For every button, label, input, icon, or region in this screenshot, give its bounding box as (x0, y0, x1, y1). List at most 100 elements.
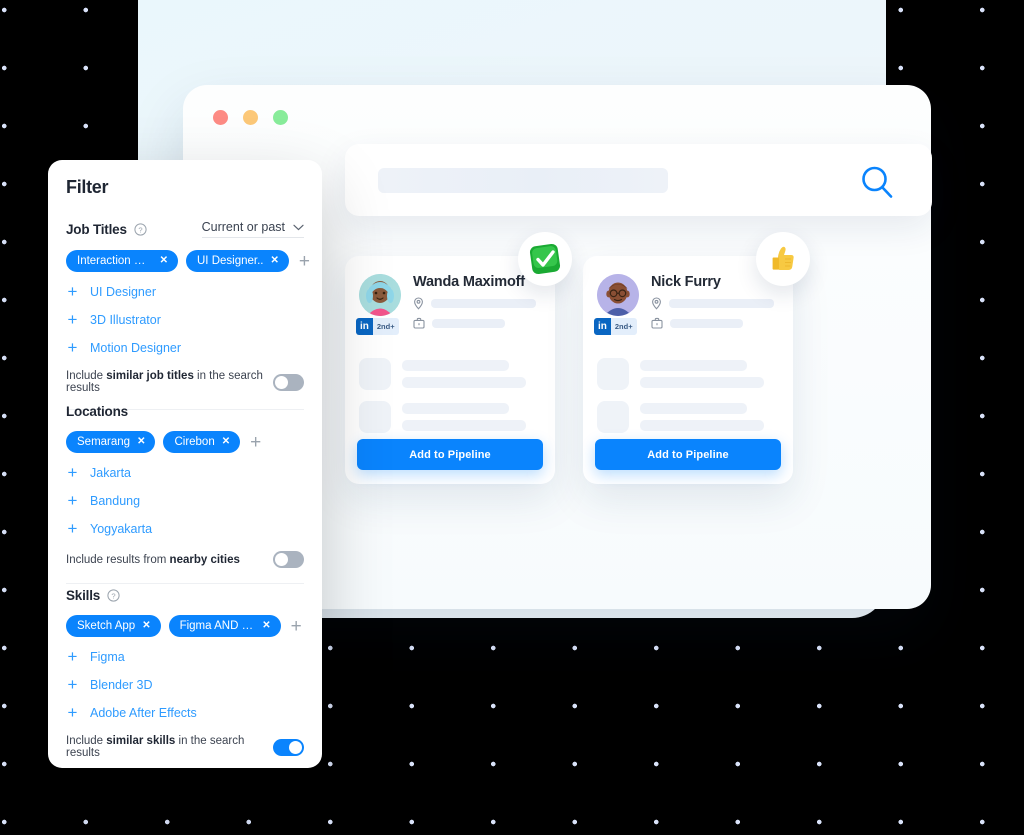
suggestion-jakarta[interactable]: + Jakarta (66, 464, 304, 481)
filter-section-locations: Locations Semarang ✕ Cirebon ✕ + + Jakar… (48, 404, 322, 584)
linkedin-logo-icon: in (594, 318, 611, 335)
close-red-dot[interactable] (213, 110, 228, 125)
question-circle-icon[interactable]: ? (107, 589, 120, 602)
suggestion-motion-designer[interactable]: + Motion Designer (66, 339, 304, 356)
suggestion-yogyakarta[interactable]: + Yogyakarta (66, 520, 304, 537)
include-nearby-cities-toggle[interactable] (273, 551, 304, 568)
job-title-chips: Interaction Des... ✕ UI Designer.. ✕ + (66, 250, 310, 272)
chip-label: Sketch App (77, 620, 136, 632)
chip-remove-icon[interactable]: ✕ (142, 621, 150, 631)
suggestion-label: Bandung (90, 493, 141, 508)
chip-label: Cirebon (174, 436, 215, 448)
chip-remove-icon[interactable]: ✕ (262, 621, 270, 631)
suggestion-3d-illustrator[interactable]: + 3D Illustrator (66, 311, 304, 328)
suggestion-label: Figma (90, 649, 125, 664)
plus-icon: + (67, 703, 78, 722)
screenshot-stage: Wanda Maximoff in 2nd+ Add to Pipeline N… (0, 0, 1024, 835)
chip-remove-icon[interactable]: ✕ (270, 256, 278, 266)
linkedin-badge[interactable]: in 2nd+ (594, 318, 637, 335)
location-chips: Semarang ✕ Cirebon ✕ + (66, 431, 304, 453)
candidate-info: Wanda Maximoff (413, 274, 536, 329)
chip-remove-icon[interactable]: ✕ (222, 437, 230, 447)
suggestion-adobe-after-effects[interactable]: + Adobe After Effects (66, 704, 304, 721)
plus-icon: + (67, 282, 78, 301)
browser-titlebar (183, 85, 931, 151)
detail-row (597, 401, 764, 433)
chip-label: UI Designer.. (197, 255, 264, 267)
plus-icon: + (67, 310, 78, 329)
chip-semarang[interactable]: Semarang ✕ (66, 431, 156, 453)
thumbs-up-icon (772, 246, 794, 270)
add-to-pipeline-button[interactable]: Add to Pipeline (595, 439, 781, 470)
filter-panel: Filter Job Titles ? Current or past Inte… (48, 160, 322, 768)
linkedin-degree: 2nd+ (610, 318, 637, 335)
dropdown-label: Current or past (201, 220, 285, 234)
company-placeholder (432, 318, 505, 328)
svg-text:?: ? (138, 225, 142, 234)
detail-row (597, 358, 764, 390)
chip-remove-icon[interactable]: ✕ (137, 437, 145, 447)
detail-text-placeholder (402, 360, 526, 388)
candidate-location-row (651, 297, 774, 310)
chip-label: Figma AND Cine.. (179, 620, 256, 632)
suggestion-label: Jakarta (90, 465, 131, 480)
suggestion-bandung[interactable]: + Bandung (66, 492, 304, 509)
search-bar (345, 144, 932, 216)
maximize-green-dot[interactable] (273, 110, 288, 125)
plus-icon: + (67, 463, 78, 482)
suggestion-figma[interactable]: + Figma (66, 648, 304, 665)
avatar-wanda (359, 274, 401, 316)
linkedin-degree: 2nd+ (372, 318, 399, 335)
skill-suggestions: + Figma + Blender 3D + Adobe After Effec… (66, 648, 304, 721)
add-location-button[interactable]: + (248, 433, 263, 452)
briefcase-icon (651, 317, 663, 329)
candidate-card[interactable]: Wanda Maximoff in 2nd+ Add to Pipeline (345, 256, 555, 484)
chip-interaction-designer[interactable]: Interaction Des... ✕ (66, 250, 178, 272)
panel-title: Filter (66, 177, 109, 197)
chip-label: Semarang (77, 436, 131, 448)
check-mark-icon (529, 243, 561, 275)
chip-cirebon[interactable]: Cirebon ✕ (163, 431, 241, 453)
green-check-badge (518, 232, 572, 286)
location-suggestions: + Jakarta + Bandung + Yogyakarta (66, 464, 304, 537)
current-or-past-dropdown[interactable]: Current or past (201, 220, 304, 238)
add-to-pipeline-button[interactable]: Add to Pipeline (357, 439, 543, 470)
suggestion-label: UI Designer (90, 284, 156, 299)
linkedin-logo-icon: in (356, 318, 373, 335)
detail-icon-placeholder (597, 358, 629, 390)
filter-section-job-titles: Job Titles ? Current or past Interaction… (48, 220, 322, 410)
toggle-label: Include similar skills in the search res… (66, 735, 245, 759)
section-divider (66, 583, 304, 584)
location-pin-icon (414, 297, 423, 310)
chip-sketch-app[interactable]: Sketch App ✕ (66, 615, 161, 637)
candidate-card[interactable]: Nick Furry in 2nd+ Add to Pipeline (583, 256, 793, 484)
include-similar-job-titles-toggle[interactable] (273, 373, 304, 391)
briefcase-icon (413, 317, 425, 329)
suggestion-label: Adobe After Effects (90, 705, 197, 720)
avatar-nick (597, 274, 639, 316)
plus-icon: + (67, 519, 78, 538)
chip-ui-designer[interactable]: UI Designer.. ✕ (186, 250, 289, 272)
skill-chips: Sketch App ✕ Figma AND Cine.. ✕ + (66, 615, 304, 637)
add-job-title-button[interactable]: + (297, 252, 312, 271)
minimize-yellow-dot[interactable] (243, 110, 258, 125)
location-placeholder (669, 299, 774, 308)
chip-figma-and-cinema[interactable]: Figma AND Cine.. ✕ (168, 615, 281, 637)
detail-row (359, 358, 526, 390)
suggestion-ui-designer[interactable]: + UI Designer (66, 283, 304, 300)
add-skill-button[interactable]: + (289, 617, 304, 636)
search-icon[interactable] (858, 163, 896, 201)
section-title: Locations (66, 404, 128, 419)
detail-icon-placeholder (597, 401, 629, 433)
question-circle-icon[interactable]: ? (134, 222, 147, 236)
include-similar-skills-row: Include similar skills in the search res… (66, 735, 304, 759)
linkedin-badge[interactable]: in 2nd+ (356, 318, 399, 335)
search-input[interactable] (378, 168, 668, 193)
section-header: Locations (66, 404, 304, 419)
candidate-company-row (413, 317, 536, 329)
toggle-label: Include similar job titles in the search… (66, 370, 263, 394)
include-similar-skills-toggle[interactable] (273, 738, 304, 756)
chip-remove-icon[interactable]: ✕ (160, 256, 168, 266)
suggestion-blender-3d[interactable]: + Blender 3D (66, 676, 304, 693)
section-title: Skills (66, 588, 101, 603)
